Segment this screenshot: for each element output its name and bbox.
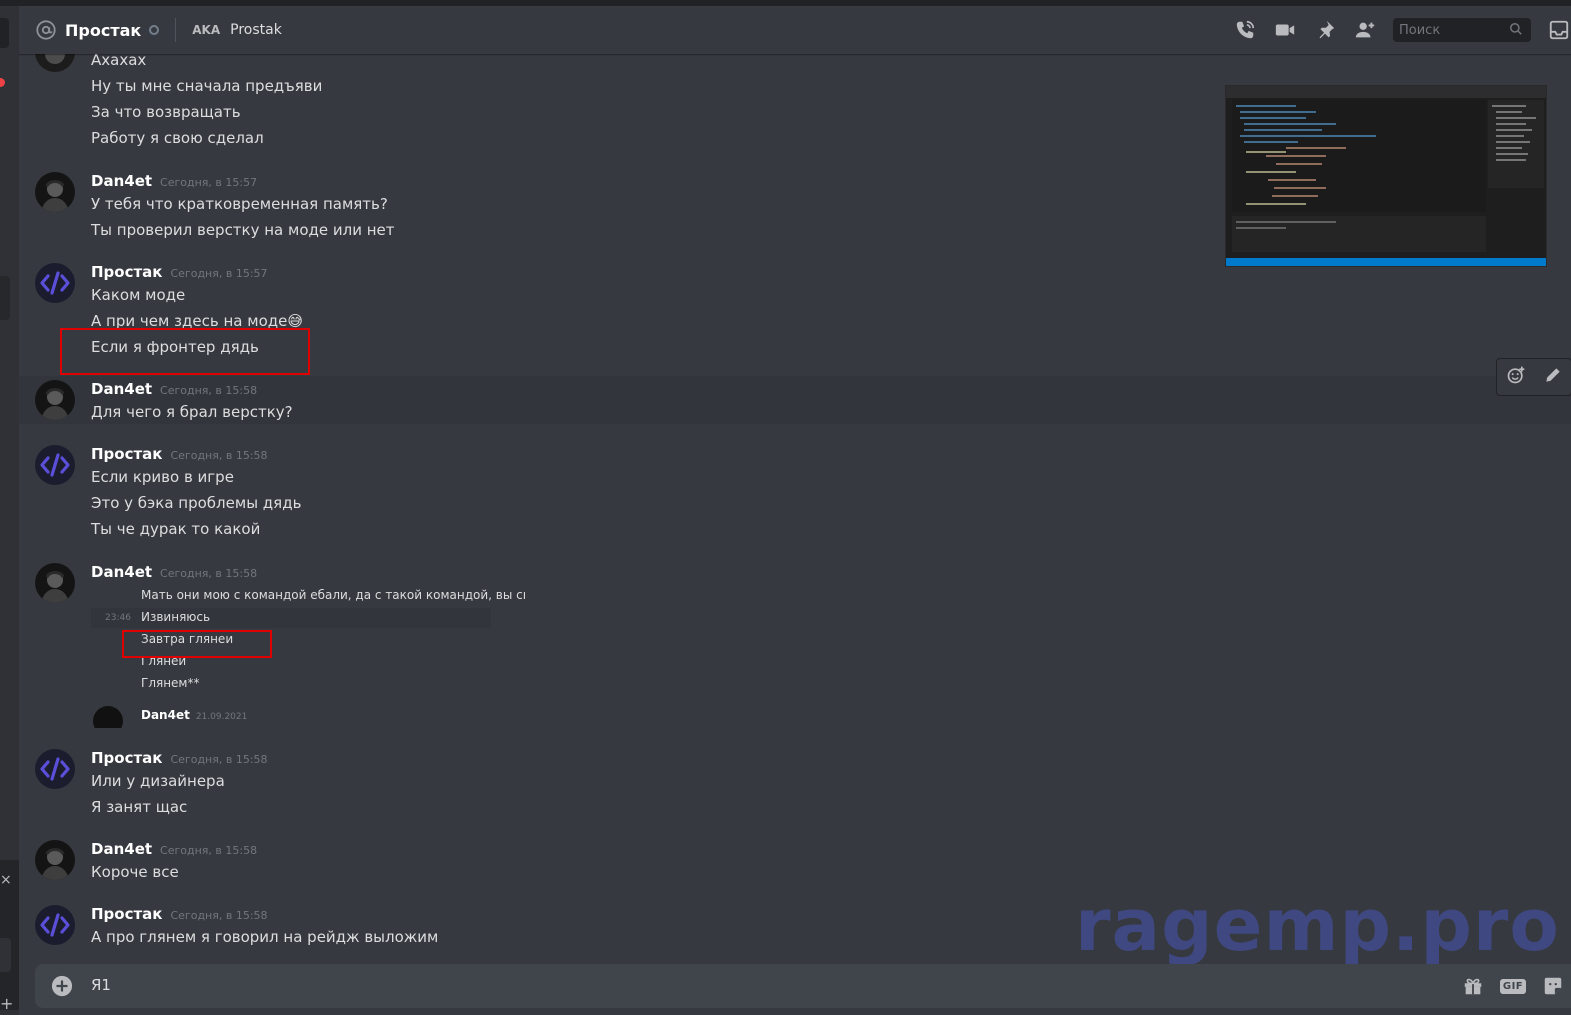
message-text: Это у бэка проблемы дядь <box>91 494 302 512</box>
add-reaction-icon[interactable] <box>1506 365 1526 389</box>
channel-header: Простак AKA Prostak Поиск <box>19 6 1571 54</box>
aka-name: Prostak <box>230 22 282 38</box>
avatar[interactable] <box>35 380 75 420</box>
search-placeholder: Поиск <box>1399 22 1441 38</box>
message-group: Простак Сегодня, в 15:58 Или у дизайнера … <box>19 744 1571 824</box>
gift-icon[interactable] <box>1461 974 1485 998</box>
status-indicator <box>149 25 160 35</box>
message-text: Каком моде <box>91 286 186 304</box>
message-author[interactable]: Простак Сегодня, в 15:58 <box>91 749 268 767</box>
highlight-box <box>122 630 272 658</box>
message-timestamp: Сегодня, в 15:58 <box>160 384 258 397</box>
embed-author: Dan4et 21.09.2021 <box>141 708 247 722</box>
embed-text: Мать они мою с командой ебали, да с тако… <box>141 588 527 602</box>
author-name[interactable]: Простак <box>91 749 162 767</box>
message-timestamp: Сегодня, в 15:57 <box>170 267 268 280</box>
avatar[interactable] <box>35 445 75 485</box>
embed-timestamp: 23:46 <box>105 613 131 623</box>
search-icon <box>1509 21 1523 40</box>
message-group: Dan4et Сегодня, в 15:58 Для чего я брал в… <box>19 358 1571 424</box>
settings-icon[interactable]: + <box>0 994 13 1013</box>
avatar[interactable] <box>35 172 75 212</box>
message-group: Dan4et Сегодня, в 15:57 У тебя что кратко… <box>19 168 1571 248</box>
avatar[interactable] <box>35 263 75 303</box>
avatar[interactable] <box>35 749 75 789</box>
avatar[interactable] <box>35 563 75 603</box>
author-name[interactable]: Простак <box>91 263 162 281</box>
message-text: Ты че дурак то какой <box>91 520 261 538</box>
message-timestamp: Сегодня, в 15:58 <box>170 909 268 922</box>
message-timestamp: Сегодня, в 15:58 <box>170 753 268 766</box>
message-composer[interactable]: Я1 GIF <box>35 964 1571 1008</box>
message-group: Простак Сегодня, в 15:58 Если криво в игр… <box>19 440 1571 560</box>
watermark: ragemp.pro <box>1075 883 1560 967</box>
message-list[interactable]: Ахахах Ну ты мне сначала предъяви За что… <box>19 54 1571 960</box>
aka-label: AKA <box>192 23 221 37</box>
message-text: За что возвращать <box>91 103 241 121</box>
sidebar-element[interactable] <box>0 276 10 320</box>
message-text: Ахахах <box>91 54 147 69</box>
message-author[interactable]: Простак Сегодня, в 15:57 <box>91 263 268 281</box>
message-text: А про глянем я говорил на рейдж выложим <box>91 928 439 946</box>
edit-icon[interactable] <box>1543 365 1563 389</box>
message-text: Ты проверил верстку на моде или нет <box>91 221 395 239</box>
gif-icon[interactable]: GIF <box>1499 974 1527 998</box>
sidebar-element[interactable] <box>0 938 11 972</box>
sticker-icon[interactable] <box>1541 974 1565 998</box>
message-text: Короче все <box>91 863 179 881</box>
message-author[interactable]: Dan4et Сегодня, в 15:58 <box>91 380 257 398</box>
message-text: Ну ты мне сначала предъяви <box>91 77 323 95</box>
inbox-icon[interactable] <box>1547 18 1571 42</box>
embed-author-name: Dan4et <box>141 708 190 722</box>
message-text: Работу я свою сделал <box>91 129 264 147</box>
message-author[interactable]: Dan4et Сегодня, в 15:57 <box>91 172 257 190</box>
author-name[interactable]: Dan4et <box>91 563 152 581</box>
avatar[interactable] <box>35 905 75 945</box>
author-name[interactable]: Dan4et <box>91 840 152 858</box>
message-toolbar <box>1496 358 1571 396</box>
search-input[interactable]: Поиск <box>1393 18 1531 42</box>
phone-icon[interactable] <box>1233 18 1257 42</box>
message-text: Для чего я брал верстку? <box>91 403 293 421</box>
author-name[interactable]: Dan4et <box>91 380 152 398</box>
author-name[interactable]: Простак <box>91 445 162 463</box>
message-author[interactable]: Dan4et Сегодня, в 15:58 <box>91 563 257 581</box>
message-text: У тебя что кратковременная память? <box>91 195 388 213</box>
video-icon[interactable] <box>1273 18 1297 42</box>
author-name[interactable]: Простак <box>91 905 162 923</box>
left-sidebar-edge: × + <box>0 6 19 1015</box>
message-text: Я занят щас <box>91 798 188 816</box>
message-author[interactable]: Простак Сегодня, в 15:58 <box>91 445 268 463</box>
header-toolbar: Поиск <box>1233 6 1571 54</box>
close-icon[interactable]: × <box>0 872 12 888</box>
message-author[interactable]: Простак Сегодня, в 15:58 <box>91 905 268 923</box>
sidebar-element[interactable] <box>0 18 9 48</box>
add-friend-icon[interactable] <box>1353 18 1377 42</box>
author-name[interactable]: Dan4et <box>91 172 152 190</box>
at-icon <box>35 19 57 41</box>
highlight-box <box>60 328 310 375</box>
upload-icon[interactable] <box>51 975 73 997</box>
notification-badge <box>0 78 5 87</box>
message-text: Или у дизайнера <box>91 772 225 790</box>
avatar[interactable] <box>35 54 75 72</box>
page-title: Простак <box>65 20 142 40</box>
message-author[interactable]: Dan4et Сегодня, в 15:58 <box>91 840 257 858</box>
embed-text: Извиняюсь <box>141 610 211 624</box>
message-input[interactable]: Я1 <box>91 976 111 994</box>
embed-avatar <box>93 706 123 728</box>
message-timestamp: Сегодня, в 15:58 <box>160 844 258 857</box>
pin-icon[interactable] <box>1313 18 1337 42</box>
avatar[interactable] <box>35 840 75 880</box>
message-text: Если криво в игре <box>91 468 234 486</box>
header-divider <box>175 18 177 42</box>
embed-text: Глянем** <box>141 676 200 690</box>
embed-date: 21.09.2021 <box>195 712 248 722</box>
message-timestamp: Сегодня, в 15:57 <box>160 176 258 189</box>
composer-buttons: GIF <box>1461 964 1571 1008</box>
message-timestamp: Сегодня, в 15:58 <box>160 567 258 580</box>
message-timestamp: Сегодня, в 15:58 <box>170 449 268 462</box>
